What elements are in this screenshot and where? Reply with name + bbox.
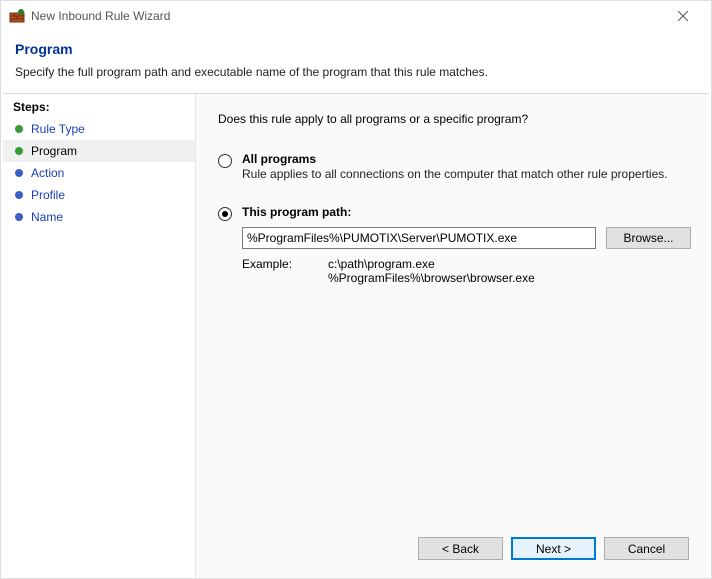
sidebar-item-action[interactable]: Action xyxy=(3,162,195,184)
wizard-buttons: < Back Next > Cancel xyxy=(218,533,691,566)
step-dot-icon xyxy=(15,147,23,155)
option-all-title: All programs xyxy=(242,152,691,166)
option-texts: This program path: xyxy=(242,205,691,219)
next-button[interactable]: Next > xyxy=(511,537,596,560)
wizard-header: Program Specify the full program path an… xyxy=(1,31,711,93)
option-path-title: This program path: xyxy=(242,205,691,219)
wizard-body: Steps: Rule Type Program Action Profile … xyxy=(3,93,709,578)
sidebar-item-rule-type[interactable]: Rule Type xyxy=(3,118,195,140)
program-scope-options: All programs Rule applies to all connect… xyxy=(218,152,691,285)
window-title: New Inbound Rule Wizard xyxy=(31,9,663,23)
program-path-input[interactable] xyxy=(242,227,596,249)
sidebar-item-label: Profile xyxy=(31,188,65,202)
sidebar-item-label: Rule Type xyxy=(31,122,85,136)
option-texts: All programs Rule applies to all connect… xyxy=(242,152,691,181)
option-this-program-path[interactable]: This program path: xyxy=(218,205,691,221)
wizard-window: New Inbound Rule Wizard Program Specify … xyxy=(0,0,712,579)
option-all-desc: Rule applies to all connections on the c… xyxy=(242,167,691,181)
sidebar-item-label: Name xyxy=(31,210,63,224)
close-button[interactable] xyxy=(663,2,703,30)
question-text: Does this rule apply to all programs or … xyxy=(218,112,691,126)
sidebar-item-name[interactable]: Name xyxy=(3,206,195,228)
sidebar-item-profile[interactable]: Profile xyxy=(3,184,195,206)
page-title: Program xyxy=(15,41,697,57)
spacer xyxy=(218,187,691,205)
sidebar-item-label: Action xyxy=(31,166,64,180)
content-pane: Does this rule apply to all programs or … xyxy=(196,94,709,578)
example-label: Example: xyxy=(242,257,304,285)
step-dot-icon xyxy=(15,213,23,221)
cancel-button[interactable]: Cancel xyxy=(604,537,689,560)
option-all-programs[interactable]: All programs Rule applies to all connect… xyxy=(218,152,691,181)
radio-this-program-path[interactable] xyxy=(218,207,232,221)
steps-sidebar: Steps: Rule Type Program Action Profile … xyxy=(3,94,196,578)
step-dot-icon xyxy=(15,125,23,133)
step-dot-icon xyxy=(15,191,23,199)
radio-all-programs[interactable] xyxy=(218,154,232,168)
browse-button[interactable]: Browse... xyxy=(606,227,691,249)
page-subtitle: Specify the full program path and execut… xyxy=(15,65,697,79)
content-spacer xyxy=(218,285,691,533)
step-dot-icon xyxy=(15,169,23,177)
example-row: Example: c:\path\program.exe %ProgramFil… xyxy=(242,257,691,285)
firewall-icon xyxy=(9,8,25,24)
steps-heading: Steps: xyxy=(3,100,195,118)
back-button[interactable]: < Back xyxy=(418,537,503,560)
sidebar-item-label: Program xyxy=(31,144,77,158)
example-paths: c:\path\program.exe %ProgramFiles%\brows… xyxy=(328,257,535,285)
sidebar-item-program[interactable]: Program xyxy=(3,140,195,162)
titlebar: New Inbound Rule Wizard xyxy=(1,1,711,31)
program-path-row: Browse... xyxy=(242,227,691,249)
